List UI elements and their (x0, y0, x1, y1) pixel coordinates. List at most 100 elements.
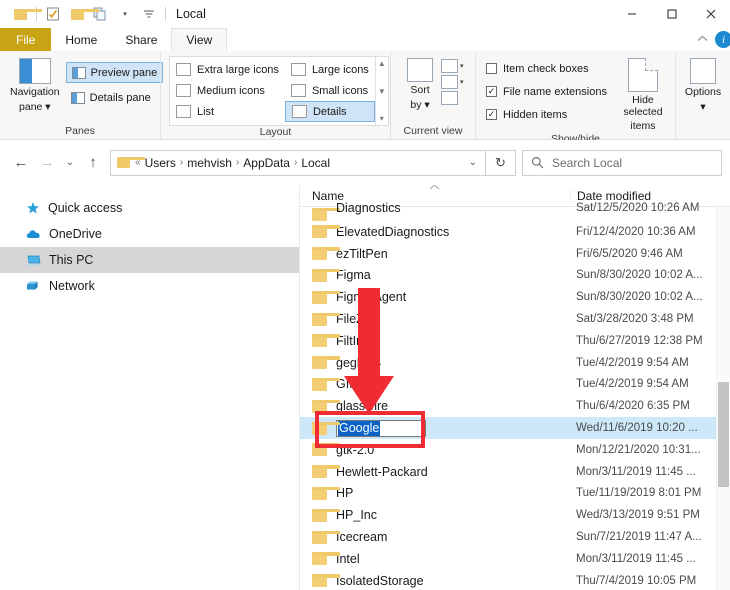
item-check-boxes-checkbox[interactable]: Item check boxes (486, 58, 607, 79)
breadcrumb-item-appdata[interactable]: AppData (240, 156, 293, 170)
gallery-expand-icon[interactable]: ▾ (380, 114, 384, 123)
up-button[interactable]: ↑ (80, 150, 106, 176)
options-caret-icon[interactable]: ▾ (700, 101, 705, 114)
table-row[interactable]: Figma Sun/8/30/2020 10:02 A... (300, 265, 730, 287)
layout-label: Large icons (311, 63, 369, 76)
breadcrumb[interactable]: « Users › mehvish › AppData › Local ⌄ (110, 149, 486, 176)
table-row[interactable]: ElevatedDiagnostics Fri/12/4/2020 10:36 A… (300, 221, 730, 243)
extra-large-icons-icon (176, 63, 191, 76)
folder-icon (312, 377, 340, 391)
collapse-ribbon-icon[interactable] (696, 34, 709, 46)
sidebar-item-onedrive[interactable]: OneDrive (0, 221, 299, 247)
file-name-cell[interactable]: IsolatedStorage (300, 574, 570, 588)
search-input[interactable]: Search Local (552, 156, 622, 170)
tab-home[interactable]: Home (51, 28, 111, 51)
column-header-date-modified[interactable]: Date modified (570, 188, 730, 203)
hide-selected-items-button[interactable]: Hide selected items (617, 56, 669, 133)
table-row[interactable]: Hewlett-Packard Mon/3/11/2019 11:45 ... (300, 461, 730, 483)
options-button[interactable]: Options ▾ (682, 56, 724, 113)
sort-by-button[interactable]: Sort by ▾ (399, 56, 441, 111)
ribbon-group-current-view: Sort by ▾ ▾ ▾ Current view (390, 51, 475, 140)
preview-pane-icon (71, 66, 86, 79)
group-by-button[interactable]: ▾ (441, 75, 464, 89)
file-name-cell[interactable]: Icecream (300, 530, 570, 544)
file-name-cell[interactable]: HP (300, 486, 570, 500)
qat-dropdown-caret-icon[interactable]: ▾ (113, 3, 137, 25)
properties-icon[interactable] (41, 3, 65, 25)
add-columns-button[interactable]: ▾ (441, 59, 464, 73)
details-pane-button[interactable]: Details pane (66, 87, 164, 108)
sidebar-item-quick-access[interactable]: Quick access (0, 195, 299, 221)
preview-pane-button[interactable]: Preview pane (65, 62, 164, 83)
layout-large-icons[interactable]: Large icons (285, 59, 375, 80)
details-pane-icon (70, 91, 85, 104)
sidebar-item-network[interactable]: Network (0, 273, 299, 299)
file-name-cell[interactable]: ezTiltPen (300, 247, 570, 261)
back-button[interactable]: ← (8, 150, 34, 176)
file-list-scrollbar[interactable] (716, 207, 730, 590)
date-modified-cell: Tue/11/19/2019 8:01 PM (576, 487, 702, 500)
navigation-pane-label-1: Navigation (10, 86, 60, 98)
scrollbar-thumb[interactable] (718, 382, 729, 487)
hide-selected-items-icon (627, 58, 658, 92)
forward-button[interactable]: → (34, 150, 60, 176)
table-row[interactable]: HP_Inc Wed/3/13/2019 9:51 PM (300, 504, 730, 526)
file-name-extensions-checkbox[interactable]: ✓ File name extensions (486, 81, 607, 102)
navigation-pane-button[interactable]: Navigation pane ▾ (10, 56, 60, 113)
caret-down-icon[interactable]: ▾ (460, 78, 464, 86)
tab-view[interactable]: View (171, 28, 228, 51)
new-folder-icon[interactable] (65, 3, 99, 25)
table-row[interactable]: Intel Mon/3/11/2019 11:45 ... (300, 548, 730, 570)
sidebar-item-this-pc[interactable]: This PC (0, 247, 299, 273)
table-row[interactable]: HP Tue/11/19/2019 8:01 PM (300, 483, 730, 505)
layout-medium-icons[interactable]: Medium icons (170, 80, 285, 101)
gallery-scroll-up-icon[interactable]: ▲ (378, 59, 386, 68)
caret-down-icon[interactable]: ▾ (460, 62, 464, 70)
ribbon-group-label-current-view: Current view (403, 125, 463, 137)
ribbon-tabstrip-right: i (696, 28, 730, 51)
file-name-cell[interactable]: Diagnostics (300, 201, 570, 221)
copy-icon[interactable] (89, 3, 113, 25)
breadcrumb-dropdown-icon[interactable]: ⌄ (469, 157, 479, 168)
date-modified-cell: Tue/4/2/2019 9:54 AM (576, 356, 689, 369)
tab-file[interactable]: File (0, 28, 52, 51)
file-name-label: HP_Inc (336, 508, 377, 523)
file-name-cell[interactable]: Intel (300, 552, 570, 566)
date-modified-cell: Sun/8/30/2020 10:02 A... (576, 291, 703, 304)
help-icon[interactable]: i (715, 31, 730, 48)
layout-extra-large-icons[interactable]: Extra large icons (170, 59, 285, 80)
size-columns-button[interactable] (441, 91, 464, 105)
layout-small-icons[interactable]: Small icons (285, 80, 375, 101)
recent-locations-button[interactable]: ⌄ (60, 150, 80, 176)
file-name-cell[interactable]: Figma (300, 268, 570, 282)
annotation-highlight-rect (315, 411, 425, 448)
breadcrumb-item-users[interactable]: Users (142, 156, 179, 170)
breadcrumb-item-mehvish[interactable]: mehvish (184, 156, 235, 170)
gallery-scroll-down-icon[interactable]: ▼ (378, 87, 386, 96)
layout-list[interactable]: List (170, 101, 285, 122)
layout-gallery-scrollbar[interactable]: ▲ ▼ ▾ (374, 57, 388, 125)
table-row[interactable]: ezTiltPen Fri/6/5/2020 9:46 AM (300, 243, 730, 265)
table-row[interactable]: Icecream Sun/7/21/2019 11:47 A... (300, 526, 730, 548)
file-name-cell[interactable]: HP_Inc (300, 508, 570, 522)
minimize-button[interactable] (612, 0, 652, 28)
refresh-button[interactable]: ↻ (486, 149, 516, 176)
search-box[interactable]: Search Local (522, 149, 722, 176)
table-row[interactable]: IsolatedStorage Thu/7/4/2019 10:05 PM (300, 570, 730, 590)
close-button[interactable] (692, 0, 730, 28)
explorer-folder-icon[interactable] (8, 3, 42, 25)
hidden-items-checkbox[interactable]: ✓ Hidden items (486, 104, 607, 125)
qat-divider-2 (165, 7, 166, 21)
layout-details[interactable]: Details (284, 101, 375, 122)
date-modified-cell: Wed/11/6/2019 10:20 ... (576, 422, 698, 435)
sort-ascending-icon (428, 185, 441, 193)
maximize-button[interactable] (652, 0, 692, 28)
breadcrumb-item-local[interactable]: Local (298, 156, 333, 170)
file-name-label: Hewlett-Packard (336, 464, 428, 479)
table-row[interactable]: Diagnostics Sat/12/5/2020 10:26 AM (300, 201, 730, 221)
layout-column-right: Large icons Small icons Details (284, 57, 375, 125)
customize-qat-icon[interactable] (137, 3, 161, 25)
file-name-cell[interactable]: Hewlett-Packard (300, 465, 570, 479)
file-name-cell[interactable]: ElevatedDiagnostics (300, 225, 570, 239)
tab-share[interactable]: Share (111, 28, 171, 51)
